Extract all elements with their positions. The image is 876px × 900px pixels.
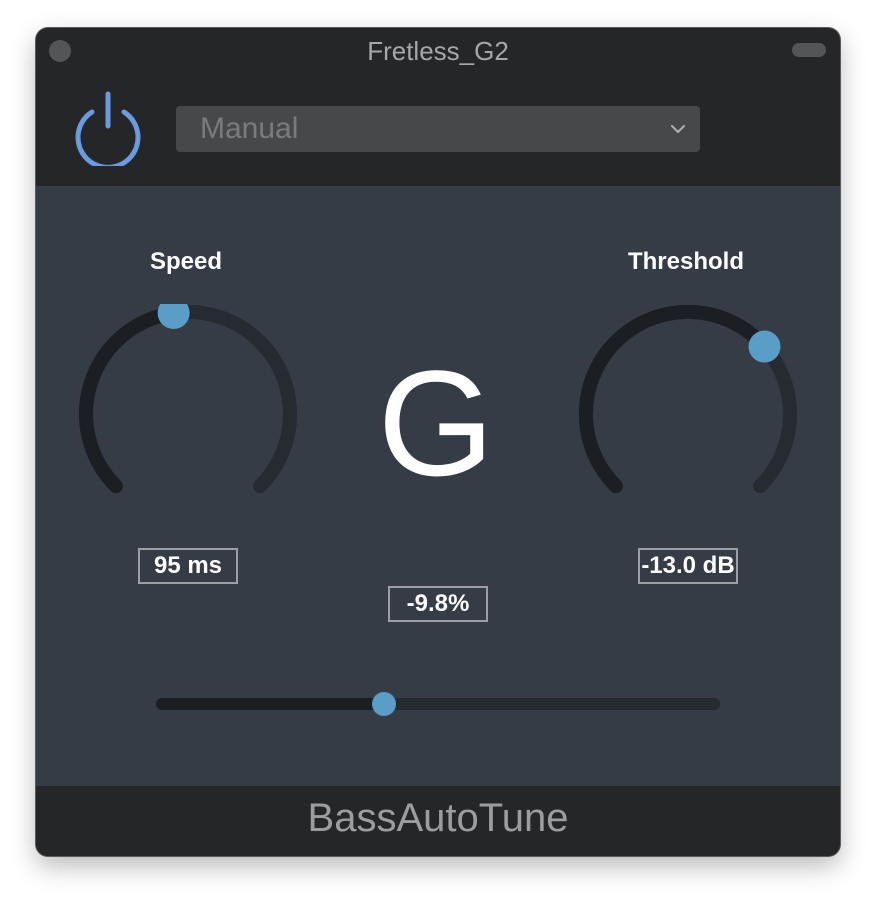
speed-label: Speed (149, 248, 223, 275)
detected-note: G (377, 339, 495, 507)
threshold-knob-thumb[interactable] (748, 330, 781, 363)
threshold-knob-fill (578, 304, 772, 494)
threshold-label: Threshold (627, 248, 744, 275)
title-bar: Fretless_G2 (36, 28, 840, 74)
chevron-down-icon (671, 125, 685, 133)
power-icon[interactable] (70, 88, 146, 166)
pitch-slider-fill (156, 698, 385, 710)
plugin-window: Fretless_G2 Manual Speed 95 ms G -9.8% T… (36, 28, 840, 856)
preset-selected: Manual (200, 112, 299, 145)
threshold-knob[interactable] (578, 304, 798, 524)
speed-knob-thumb[interactable] (157, 304, 190, 330)
footer: BassAutoTune (36, 786, 840, 856)
preset-dropdown[interactable]: Manual (176, 106, 700, 152)
window-title: Fretless_G2 (367, 36, 509, 66)
pitch-slider[interactable] (156, 692, 720, 716)
speed-knob-fill (79, 306, 181, 494)
pitch-deviation-value: -9.8% (388, 586, 488, 622)
speed-value[interactable]: 95 ms (138, 548, 238, 584)
window-control-pill[interactable] (792, 43, 826, 57)
plugin-name: BassAutoTune (307, 796, 569, 840)
threshold-value[interactable]: -13.0 dB (638, 548, 738, 584)
speed-knob[interactable] (78, 304, 298, 524)
